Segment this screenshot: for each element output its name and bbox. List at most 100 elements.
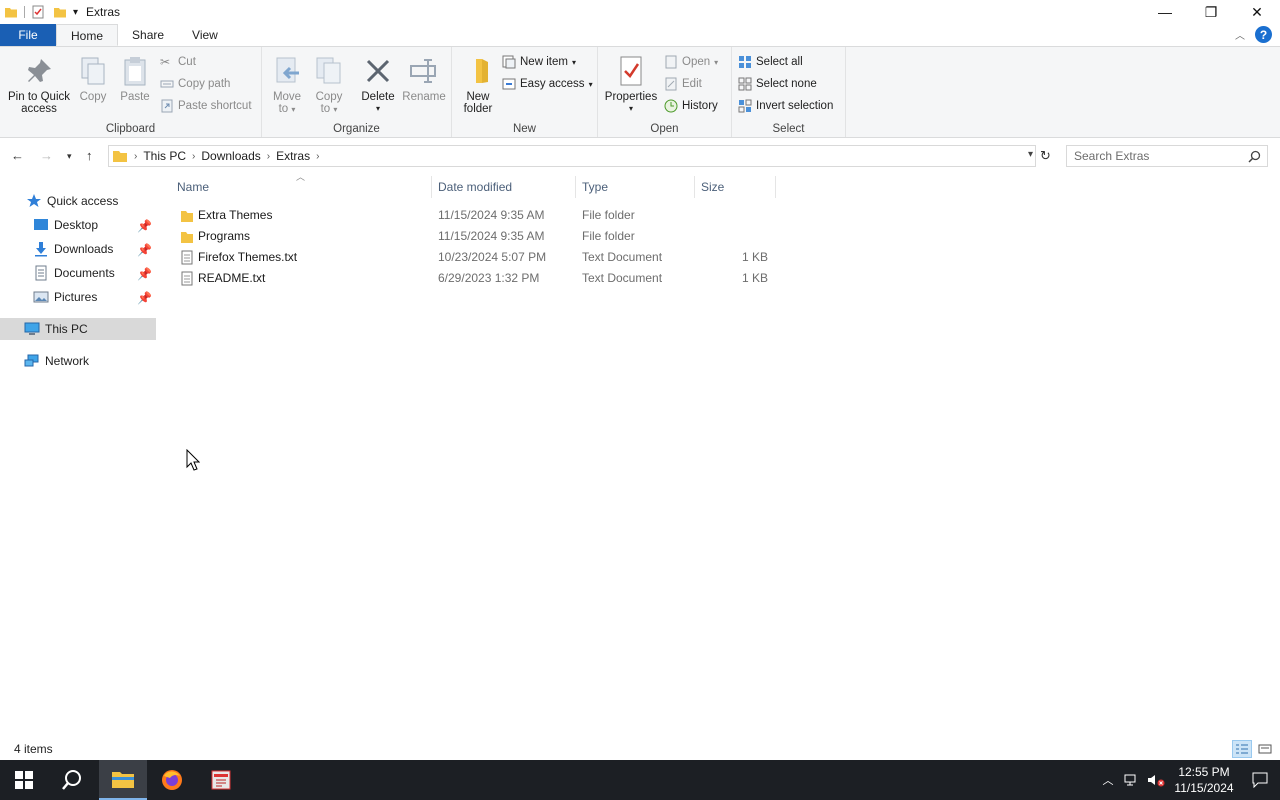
firefox-taskbar-button[interactable]: [148, 760, 196, 800]
pin-icon[interactable]: 📌: [137, 291, 152, 305]
breadcrumb-separator-icon[interactable]: ›: [134, 151, 137, 162]
pin-icon[interactable]: 📌: [137, 243, 152, 257]
app-taskbar-button[interactable]: [197, 760, 245, 800]
address-bar[interactable]: › This PC › Downloads › Extras › ▾: [108, 145, 1036, 167]
tab-file[interactable]: File: [0, 24, 56, 46]
easy-access-button[interactable]: Easy access ▾: [502, 75, 593, 93]
breadcrumb-downloads[interactable]: Downloads: [201, 149, 260, 163]
column-header-type[interactable]: Type: [575, 176, 695, 198]
breadcrumb-separator-icon[interactable]: ›: [316, 151, 319, 162]
breadcrumb-separator-icon[interactable]: ›: [192, 151, 195, 162]
pin-to-quick-access-button[interactable]: Pin to Quick access: [6, 55, 72, 115]
file-type: Text Document: [582, 250, 663, 264]
paste-shortcut-button[interactable]: Paste shortcut: [160, 97, 252, 115]
history-button[interactable]: History: [664, 97, 718, 115]
select-all-button[interactable]: Select all: [738, 53, 803, 71]
invert-selection-button[interactable]: Invert selection: [738, 97, 833, 115]
notification-icon: [1252, 772, 1268, 788]
new-folder-button[interactable]: New folder: [460, 55, 496, 115]
delete-button[interactable]: Delete ▾: [360, 55, 396, 115]
tab-share[interactable]: Share: [118, 24, 178, 46]
nav-documents[interactable]: Documents 📌: [0, 262, 156, 284]
pin-icon[interactable]: 📌: [137, 267, 152, 281]
show-hidden-icons-chevron-icon[interactable]: ︿: [1096, 760, 1120, 800]
select-none-button[interactable]: Select none: [738, 75, 817, 93]
file-row[interactable]: README.txt 6/29/2023 1:32 PM Text Docume…: [170, 268, 776, 289]
move-to-button[interactable]: Move to ▾: [270, 55, 304, 116]
recent-locations-chevron-icon[interactable]: ▾: [67, 151, 72, 162]
volume-muted-icon[interactable]: [1144, 760, 1168, 800]
customize-toolbar-icon[interactable]: ▾: [73, 7, 78, 18]
breadcrumb-extras[interactable]: Extras: [276, 149, 310, 163]
minimize-button[interactable]: —: [1142, 0, 1188, 24]
new-item-icon: [502, 55, 516, 69]
file-explorer-taskbar-button[interactable]: [99, 760, 147, 800]
volume-muted-icon: [1148, 775, 1165, 787]
copy-to-button[interactable]: Copy to ▾: [312, 55, 346, 116]
edit-button[interactable]: Edit: [664, 75, 702, 93]
up-arrow-icon[interactable]: ↑: [86, 148, 93, 163]
pictures-icon: [33, 291, 49, 303]
search-icon[interactable]: [1248, 150, 1261, 163]
tab-view[interactable]: View: [178, 24, 232, 46]
clock-time: 12:55 PM: [1178, 765, 1230, 779]
open-button[interactable]: Open ▾: [664, 53, 718, 71]
back-arrow-icon[interactable]: ←: [11, 148, 24, 163]
new-folder-icon[interactable]: [53, 5, 67, 19]
minimize-ribbon-icon[interactable]: ︿: [1235, 27, 1245, 42]
refresh-icon[interactable]: ↻: [1040, 148, 1051, 164]
file-row[interactable]: Extra Themes 11/15/2024 9:35 AM File fol…: [170, 205, 776, 226]
nav-quick-access[interactable]: Quick access: [0, 190, 156, 212]
address-dropdown-chevron-icon[interactable]: ▾: [1028, 149, 1033, 160]
file-row[interactable]: Firefox Themes.txt 10/23/2024 5:07 PM Te…: [170, 247, 776, 268]
clipboard-icon: [124, 57, 146, 86]
column-header-name[interactable]: Name: [170, 176, 432, 198]
forward-arrow-icon[interactable]: →: [40, 148, 53, 163]
new-group: New folder New item ▾ Easy access ▾ New: [452, 47, 598, 137]
nav-this-pc[interactable]: This PC: [0, 318, 156, 340]
breadcrumb-separator-icon[interactable]: ›: [267, 151, 270, 162]
document-icon: [35, 265, 47, 281]
file-name: Programs: [198, 229, 251, 243]
folder-icon: [181, 211, 193, 222]
file-size: 1 KB: [741, 250, 768, 264]
large-icons-view-icon: [1258, 744, 1272, 754]
network-status-icon[interactable]: [1120, 760, 1144, 800]
action-center-icon[interactable]: [1240, 760, 1280, 800]
start-button[interactable]: [0, 760, 48, 800]
nav-downloads[interactable]: Downloads 📌: [0, 238, 156, 260]
search-input[interactable]: [1074, 149, 1234, 163]
properties-button[interactable]: Properties ▾: [604, 55, 658, 115]
nav-pictures[interactable]: Pictures 📌: [0, 286, 156, 308]
help-icon[interactable]: ?: [1255, 26, 1272, 43]
search-button[interactable]: [48, 760, 96, 800]
file-name: README.txt: [198, 271, 266, 285]
search-box[interactable]: [1066, 145, 1268, 167]
breadcrumb-this-pc[interactable]: This PC: [143, 149, 186, 163]
edit-icon: [665, 77, 677, 91]
copy-path-button[interactable]: Copy path: [160, 75, 230, 93]
properties-check-icon[interactable]: [31, 5, 45, 19]
copy-button[interactable]: Copy: [76, 55, 110, 103]
rename-icon: [410, 59, 436, 83]
restore-button[interactable]: ❐: [1188, 0, 1234, 24]
file-row[interactable]: Programs 11/15/2024 9:35 AM File folder: [170, 226, 776, 247]
column-header-size[interactable]: Size: [694, 176, 776, 198]
nav-network[interactable]: Network: [0, 350, 156, 372]
close-button[interactable]: ✕: [1234, 0, 1280, 24]
pin-icon[interactable]: 📌: [137, 219, 152, 233]
column-header-date-modified[interactable]: Date modified: [431, 176, 576, 198]
cut-button[interactable]: ✂ Cut: [160, 53, 196, 71]
download-arrow-icon: [35, 242, 47, 257]
rename-button[interactable]: Rename: [402, 55, 446, 103]
star-icon: [27, 194, 41, 207]
tab-home[interactable]: Home: [56, 24, 119, 46]
new-item-button[interactable]: New item ▾: [502, 53, 576, 71]
nav-desktop[interactable]: Desktop 📌: [0, 214, 156, 236]
item-count: 4 items: [14, 742, 53, 756]
taskbar-clock[interactable]: 12:55 PM 11/15/2024: [1168, 764, 1240, 796]
details-view-button[interactable]: [1232, 740, 1252, 758]
paste-button[interactable]: Paste: [118, 55, 152, 103]
large-icons-view-button[interactable]: [1255, 740, 1275, 758]
move-to-icon: [276, 57, 299, 83]
